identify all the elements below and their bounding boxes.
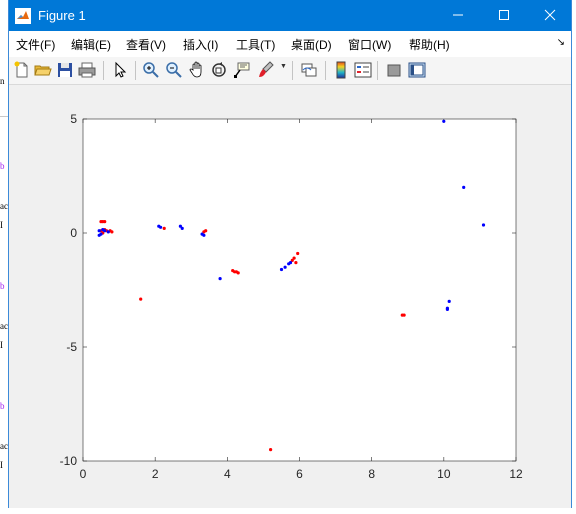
- blue-data-point: [288, 261, 293, 265]
- background-char: ac: [0, 321, 8, 331]
- background-char: I: [0, 340, 3, 350]
- blue-data-point: [447, 299, 451, 303]
- blue-data-point: [445, 307, 449, 311]
- y-tick-label: -5: [66, 340, 77, 354]
- rotate-3d-icon[interactable]: [209, 60, 229, 80]
- close-icon: [544, 9, 556, 21]
- save-icon[interactable]: [55, 60, 75, 80]
- link-plot-icon[interactable]: [299, 60, 319, 80]
- print-icon[interactable]: [77, 60, 97, 80]
- figure-canvas[interactable]: 0 2 4 6 8 10 12 5 0 -5 -10: [9, 85, 571, 508]
- x-tick-label: 8: [368, 467, 375, 481]
- red-data-point: [110, 230, 114, 234]
- menu-desktop[interactable]: 桌面(D): [291, 36, 332, 53]
- hide-plot-tools-icon[interactable]: [384, 60, 404, 80]
- minimize-button[interactable]: [435, 0, 481, 31]
- chevron-down-icon[interactable]: ↘: [557, 37, 565, 48]
- zoom-out-icon[interactable]: [164, 60, 184, 80]
- menu-file[interactable]: 文件(F): [16, 36, 55, 53]
- x-tick-label: 6: [296, 467, 303, 481]
- blue-data-point: [481, 223, 486, 227]
- menu-view[interactable]: 查看(V): [126, 36, 166, 53]
- background-divider: [0, 116, 8, 117]
- blue-data-point: [97, 229, 101, 233]
- toolbar-separator: [103, 61, 104, 80]
- y-tick-label: 0: [70, 226, 77, 240]
- figure-toolbar: ▼: [9, 57, 571, 85]
- background-char: b: [0, 401, 5, 411]
- toolbar-separator: [135, 61, 136, 80]
- blue-data-point: [462, 185, 466, 189]
- scatter-plot[interactable]: 0 2 4 6 8 10 12 5 0 -5 -10: [9, 85, 571, 508]
- pointer-arrow-icon[interactable]: [110, 60, 130, 80]
- background-char: I: [0, 460, 3, 470]
- menu-tools[interactable]: 工具(T): [236, 36, 275, 53]
- blue-data-point: [442, 119, 446, 123]
- background-char: n: [0, 76, 5, 86]
- new-figure-icon[interactable]: [12, 60, 32, 80]
- menu-help[interactable]: 帮助(H): [409, 36, 450, 53]
- matlab-logo-icon: [15, 8, 31, 24]
- x-tick-label: 0: [80, 467, 87, 481]
- toolbar-separator: [325, 61, 326, 80]
- maximize-button[interactable]: [481, 0, 527, 31]
- close-button[interactable]: [527, 0, 573, 31]
- zoom-in-icon[interactable]: [141, 60, 161, 80]
- open-file-icon[interactable]: [33, 60, 53, 80]
- menu-bar: 文件(F) 编辑(E) 查看(V) 插入(I) 工具(T) 桌面(D) 窗口(W…: [9, 31, 571, 58]
- red-data-point: [139, 297, 143, 301]
- red-data-point: [236, 271, 240, 275]
- figure-window: Figure 1 文件(F) 编辑(E) 查看(V) 插入(I) 工具(T) 桌…: [8, 0, 572, 508]
- x-tick-label: 2: [152, 467, 159, 481]
- background-char: ac: [0, 201, 8, 211]
- background-char: b: [0, 161, 5, 171]
- y-tick-label: -10: [60, 454, 78, 468]
- pan-hand-icon[interactable]: [187, 60, 207, 80]
- blue-data-point: [106, 230, 110, 234]
- menu-window[interactable]: 窗口(W): [348, 36, 391, 53]
- toolbar-separator: [377, 61, 378, 80]
- red-data-point: [294, 261, 298, 265]
- brush-dropdown-icon[interactable]: ▼: [280, 63, 287, 70]
- x-tick-label: 12: [509, 467, 523, 481]
- colorbar-icon[interactable]: [331, 60, 351, 80]
- red-data-point: [402, 313, 406, 317]
- background-char: ac: [0, 441, 8, 451]
- toolbar-separator: [292, 61, 293, 80]
- background-char: I: [0, 220, 3, 230]
- blue-data-point: [180, 226, 184, 230]
- window-title: Figure 1: [38, 8, 86, 23]
- x-tick-label: 4: [224, 467, 231, 481]
- x-tick-label: 10: [437, 467, 451, 481]
- blue-data-point: [103, 229, 107, 233]
- background-char: b: [0, 281, 5, 291]
- background-editor-strip: n b ac I b ac I b ac I: [0, 0, 8, 514]
- axes-box: [82, 118, 517, 462]
- legend-icon[interactable]: [353, 60, 373, 80]
- red-data-point: [269, 448, 273, 452]
- maximize-icon: [499, 10, 509, 20]
- blue-data-point: [97, 233, 101, 237]
- blue-data-point: [279, 267, 284, 272]
- title-bar[interactable]: Figure 1: [9, 0, 571, 31]
- y-tick-label: 5: [70, 112, 77, 126]
- blue-data-point: [218, 277, 222, 281]
- blue-data-point: [283, 265, 287, 269]
- brush-icon[interactable]: [256, 60, 276, 80]
- menu-insert[interactable]: 插入(I): [183, 36, 218, 53]
- minimize-icon: [453, 14, 463, 16]
- data-cursor-icon[interactable]: [232, 60, 252, 80]
- red-data-point: [103, 220, 107, 224]
- menu-edit[interactable]: 编辑(E): [71, 36, 111, 53]
- show-plot-tools-icon[interactable]: [407, 60, 427, 80]
- red-data-point: [162, 226, 166, 230]
- blue-data-point: [159, 225, 163, 229]
- blue-data-point: [202, 233, 206, 237]
- red-data-point: [296, 251, 300, 256]
